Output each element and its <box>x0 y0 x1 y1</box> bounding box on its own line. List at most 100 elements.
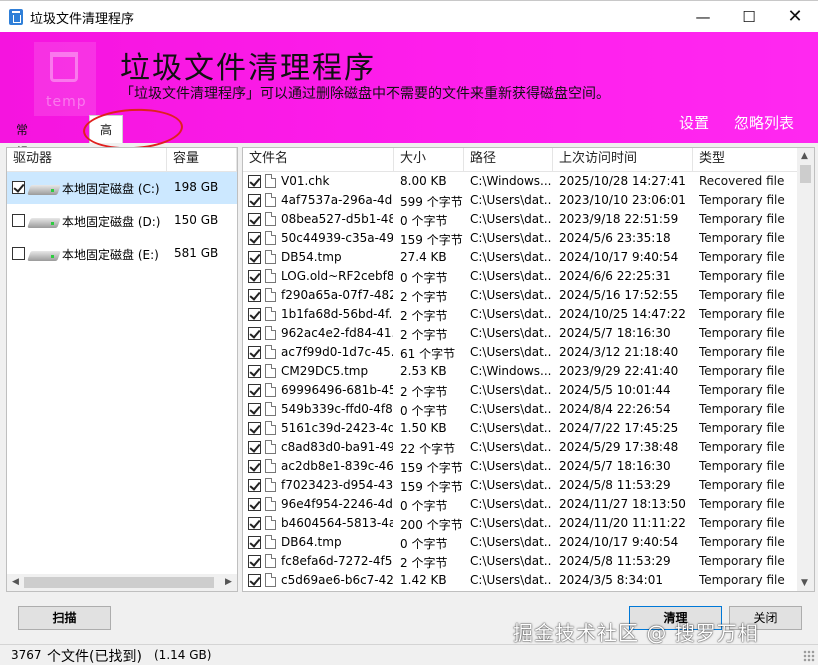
drive-capacity: 198 GB <box>174 180 219 194</box>
file-checkbox[interactable] <box>248 498 261 511</box>
scroll-down-icon[interactable]: ▼ <box>801 578 808 588</box>
file-checkbox[interactable] <box>248 365 261 378</box>
file-checkbox[interactable] <box>248 270 261 283</box>
drive-checkbox-c[interactable] <box>12 181 25 194</box>
file-checkbox[interactable] <box>248 403 261 416</box>
drive-row-d[interactable]: 本地固定磁盘 (D:) 150 GB <box>7 205 237 237</box>
scan-button[interactable]: 扫描 <box>18 606 111 630</box>
file-checkbox[interactable] <box>248 422 261 435</box>
minimize-button[interactable]: — <box>680 1 726 32</box>
file-icon <box>265 421 276 435</box>
file-row[interactable]: f7023423-d954-436... 159 个字节 C:\Users\dat.… <box>243 476 793 495</box>
file-row[interactable]: f290a65a-07f7-482... 2 个字节 C:\Users\dat...… <box>243 286 793 305</box>
file-path: C:\Windows... <box>470 174 552 188</box>
file-checkbox[interactable] <box>248 536 261 549</box>
file-checkbox[interactable] <box>248 479 261 492</box>
file-path: C:\Users\dat... <box>470 421 552 435</box>
file-checkbox[interactable] <box>248 574 261 587</box>
scrollbar-thumb[interactable] <box>800 165 811 183</box>
file-row[interactable]: 50c44939-c35a-49... 159 个字节 C:\Users\dat..… <box>243 229 793 248</box>
drive-checkbox-e[interactable] <box>12 247 25 260</box>
file-name: 549b339c-ffd0-4f8... <box>281 402 393 416</box>
scroll-right-icon[interactable]: ▶ <box>225 577 232 587</box>
file-checkbox[interactable] <box>248 384 261 397</box>
file-row[interactable]: ac7f99d0-1d7c-45... 61 个字节 C:\Users\dat...… <box>243 343 793 362</box>
file-checkbox[interactable] <box>248 327 261 340</box>
file-row[interactable]: 4af7537a-296a-4de... 599 个字节 C:\Users\dat.… <box>243 191 793 210</box>
drive-checkbox-d[interactable] <box>12 214 25 227</box>
resize-grip-icon[interactable] <box>803 650 815 662</box>
file-icon <box>265 345 276 359</box>
file-size: 2 个字节 <box>400 309 448 323</box>
file-row[interactable]: c5d69ae6-b6c7-42... 1.42 KB C:\Users\dat..… <box>243 571 793 590</box>
file-row[interactable]: 08bea527-d5b1-48... 0 个字节 C:\Users\dat... 2… <box>243 210 793 229</box>
settings-link[interactable]: 设置 <box>679 112 709 133</box>
file-checkbox[interactable] <box>248 232 261 245</box>
file-row[interactable]: fc8efa6d-7272-4f5... 2 个字节 C:\Users\dat...… <box>243 552 793 571</box>
column-header-type[interactable]: 类型 <box>693 148 798 172</box>
file-size: 2 个字节 <box>400 556 448 570</box>
file-row[interactable]: 1b1fa68d-56bd-4f... 2 个字节 C:\Users\dat... 2… <box>243 305 793 324</box>
file-checkbox[interactable] <box>248 555 261 568</box>
maximize-button[interactable]: ☐ <box>726 1 772 32</box>
file-checkbox[interactable] <box>248 213 261 226</box>
file-row[interactable]: V01.chk 8.00 KB C:\Windows... 2025/10/28 14… <box>243 172 793 191</box>
file-checkbox[interactable] <box>248 308 261 321</box>
file-row[interactable]: LOG.old~RF2cebf8... 0 个字节 C:\Users\dat... 2… <box>243 267 793 286</box>
file-row[interactable]: c8ad83d0-ba91-49... 22 个字节 C:\Users\dat...… <box>243 438 793 457</box>
file-name: 69996496-681b-45... <box>281 383 393 397</box>
file-path: C:\Users\dat... <box>470 535 552 549</box>
file-last-access: 2024/10/17 9:40:54 <box>559 250 679 264</box>
drive-row-c[interactable]: 本地固定磁盘 (C:) 198 GB <box>7 172 237 204</box>
scroll-up-icon[interactable]: ▲ <box>801 151 808 161</box>
file-last-access: 2023/9/29 22:41:40 <box>559 364 679 378</box>
file-type: Temporary file <box>699 554 785 568</box>
file-name: 5161c39d-2423-4d... <box>281 421 393 435</box>
file-icon <box>265 269 276 283</box>
file-row[interactable]: DB64.tmp 0 个字节 C:\Users\dat... 2024/10/17 9… <box>243 533 793 552</box>
drive-row-e[interactable]: 本地固定磁盘 (E:) 581 GB <box>7 238 237 270</box>
file-row[interactable]: ac2db8e1-839c-46... 159 个字节 C:\Users\dat..… <box>243 457 793 476</box>
file-list-vertical-scrollbar[interactable]: ▲ ▼ <box>797 148 814 591</box>
column-header-drive[interactable]: 驱动器 <box>7 148 167 172</box>
file-row[interactable]: 96e4f954-2246-4da... 0 个字节 C:\Users\dat...… <box>243 495 793 514</box>
column-header-filename[interactable]: 文件名 <box>243 148 394 172</box>
file-checkbox[interactable] <box>248 194 261 207</box>
close-window-button[interactable]: ✕ <box>772 1 818 32</box>
file-list: 文件名 大小 路径 上次访问时间 类型 V01.chk 8.00 KB C:\Win… <box>242 147 815 592</box>
file-checkbox[interactable] <box>248 251 261 264</box>
file-row[interactable]: b4604564-5813-4a... 200 个字节 C:\Users\dat..… <box>243 514 793 533</box>
file-icon <box>265 516 276 530</box>
file-row[interactable]: 5161c39d-2423-4d... 1.50 KB C:\Users\dat..… <box>243 419 793 438</box>
column-header-last-access[interactable]: 上次访问时间 <box>553 148 693 172</box>
file-row[interactable]: CM29DC5.tmp 2.53 KB C:\Windows... 2023/9/29… <box>243 362 793 381</box>
file-row[interactable]: 549b339c-ffd0-4f8... 0 个字节 C:\Users\dat...… <box>243 400 793 419</box>
file-icon <box>265 231 276 245</box>
file-size: 0 个字节 <box>400 499 448 513</box>
column-header-capacity[interactable]: 容量 <box>167 148 237 172</box>
file-checkbox[interactable] <box>248 346 261 359</box>
file-type: Temporary file <box>699 231 785 245</box>
file-row[interactable]: 69996496-681b-45... 2 个字节 C:\Users\dat... 2… <box>243 381 793 400</box>
file-path: C:\Users\dat... <box>470 193 552 207</box>
column-header-size[interactable]: 大小 <box>394 148 464 172</box>
file-name: f7023423-d954-436... <box>281 478 393 492</box>
scrollbar-thumb[interactable] <box>24 577 214 588</box>
file-checkbox[interactable] <box>248 175 261 188</box>
tab-normal-clean[interactable]: 常规清理 <box>8 119 36 203</box>
file-row[interactable]: DB54.tmp 27.4 KB C:\Users\dat... 2024/10/17… <box>243 248 793 267</box>
file-checkbox[interactable] <box>248 441 261 454</box>
drive-capacity: 581 GB <box>174 246 219 260</box>
file-checkbox[interactable] <box>248 517 261 530</box>
hard-drive-icon <box>27 183 63 197</box>
file-checkbox[interactable] <box>248 460 261 473</box>
scroll-left-icon[interactable]: ◀ <box>12 577 19 587</box>
file-name: DB64.tmp <box>281 535 342 549</box>
drive-list-horizontal-scrollbar[interactable]: ◀ ▶ <box>7 574 237 591</box>
file-type: Temporary file <box>699 497 785 511</box>
column-header-path[interactable]: 路径 <box>464 148 553 172</box>
file-icon <box>265 250 276 264</box>
file-checkbox[interactable] <box>248 289 261 302</box>
file-row[interactable]: 962ac4e2-fd84-41... 2 个字节 C:\Users\dat... 2… <box>243 324 793 343</box>
ignore-list-link[interactable]: 忽略列表 <box>734 112 794 133</box>
